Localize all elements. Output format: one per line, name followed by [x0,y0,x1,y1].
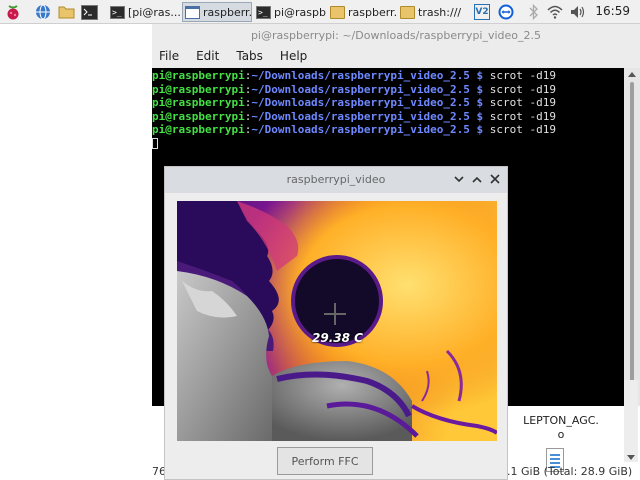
task-terminal-2[interactable]: >_ pi@raspb... [254,2,326,22]
temperature-readout: 29.38 C [312,331,363,345]
task-terminal-1[interactable]: >_ [pi@ras... [108,2,180,22]
status-disk-space: .1 GiB (Total: 28.9 GiB) [507,465,633,478]
terminal-cursor [152,138,158,149]
terminal-scrollbar[interactable] [624,68,640,406]
folder-icon [400,5,415,19]
close-icon[interactable] [487,171,503,187]
terminal-icon[interactable] [80,3,98,21]
video-window: raspberrypi_video 29.38 C Perform FFC [164,166,508,480]
file-name-line: o [557,428,565,441]
scroll-down-icon[interactable] [627,455,635,460]
menu-edit[interactable]: Edit [196,49,219,63]
terminal-line: pi@raspberrypi:~/Downloads/raspberrypi_v… [152,109,556,123]
globe-icon[interactable] [34,3,52,21]
maximize-icon[interactable] [469,171,485,187]
clock[interactable]: 16:59 [595,4,630,18]
volume-icon[interactable] [569,3,587,21]
raspberry-pi-menu-icon[interactable] [4,3,22,21]
terminal-icon: >_ [110,5,125,19]
folder-icon[interactable] [57,3,75,21]
task-label: trash:/// [418,5,462,19]
window-icon [185,5,200,19]
file-name-line: LEPTON_AGC. [523,414,599,427]
task-label: raspberr... [348,5,396,19]
menu-tabs[interactable]: Tabs [236,49,263,63]
thermal-image: 29.38 C [177,201,497,441]
vnc-icon[interactable]: V2 [473,3,491,21]
taskbar: >_ [pi@ras... raspberr... >_ pi@raspb...… [0,0,640,24]
task-trash[interactable]: trash:/// [398,2,468,22]
terminal-line: pi@raspberrypi:~/Downloads/raspberrypi_v… [152,82,556,96]
task-label: raspberr... [203,5,252,19]
terminal-line: pi@raspberrypi:~/Downloads/raspberrypi_v… [152,96,556,109]
menu-help[interactable]: Help [280,49,307,63]
task-label: [pi@ras... [128,5,180,19]
thermal-image-svg [177,201,497,441]
file-manager-scrollbar[interactable] [624,380,638,462]
terminal-line: pi@raspberrypi:~/Downloads/raspberrypi_v… [152,69,556,82]
file-item-lepton-agc[interactable]: LEPTON_AGC. o [520,414,602,442]
terminal-menubar: File Edit Tabs Help [152,46,640,66]
scroll-thumb[interactable] [630,82,634,392]
terminal-icon: >_ [256,5,271,19]
task-label: pi@raspb... [274,5,326,19]
vnc-label: V2 [474,4,490,20]
teamviewer-icon[interactable] [497,3,515,21]
task-video-window[interactable]: raspberr... [182,2,252,22]
folder-icon [330,5,345,19]
wifi-icon[interactable] [546,3,564,21]
task-file-manager[interactable]: raspberr... [328,2,396,22]
minimize-icon[interactable] [451,171,467,187]
terminal-cursor-line [152,137,624,151]
video-titlebar[interactable]: raspberrypi_video [165,167,507,193]
scroll-up-icon[interactable] [628,72,636,77]
terminal-title: pi@raspberrypi: ~/Downloads/raspberrypi_… [250,28,542,42]
bluetooth-icon[interactable] [525,3,543,21]
terminal-line: pi@raspberrypi:~/Downloads/raspberrypi_v… [152,123,556,136]
menu-file[interactable]: File [159,49,179,63]
perform-ffc-button[interactable]: Perform FFC [277,447,373,475]
